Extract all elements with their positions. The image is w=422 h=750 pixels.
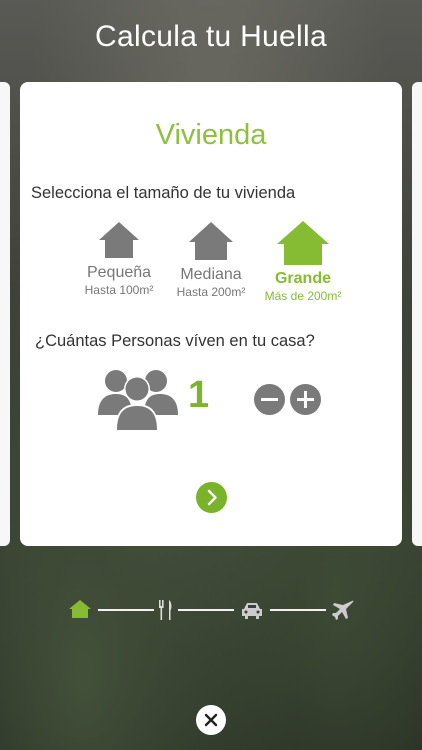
increase-button[interactable]	[290, 384, 321, 415]
people-question: ¿Cuántas Personas víven en tu casa?	[35, 332, 315, 350]
house-icon	[189, 222, 233, 260]
next-button[interactable]	[196, 482, 227, 513]
house-icon	[277, 221, 329, 265]
next-card-peek[interactable]	[412, 82, 422, 546]
fork-knife-icon[interactable]	[158, 599, 174, 621]
home-icon[interactable]	[68, 599, 92, 619]
house-icon	[99, 222, 139, 258]
plus-icon	[297, 391, 314, 408]
size-option-large-sub: Más de 200m²	[264, 289, 342, 303]
page-title: Calcula tu Huella	[95, 20, 327, 53]
vivienda-card: Vivienda Selecciona el tamaño de tu vivi…	[20, 82, 402, 546]
progress-line	[98, 609, 154, 611]
minus-icon	[261, 398, 278, 401]
people-group-icon	[98, 370, 178, 431]
size-option-large-label: Grande	[274, 270, 331, 287]
close-button[interactable]	[196, 705, 226, 735]
close-icon	[204, 713, 218, 727]
progress-steps	[0, 595, 422, 625]
progress-line	[178, 609, 234, 611]
people-count: 1	[188, 374, 210, 416]
airplane-icon[interactable]	[331, 598, 355, 622]
card-title: Vivienda	[155, 119, 267, 151]
size-question: Selecciona el tamaño de tu vivienda	[31, 184, 296, 202]
car-icon[interactable]	[239, 600, 265, 620]
progress-line	[270, 609, 326, 611]
chevron-right-icon	[207, 489, 217, 506]
previous-card-peek[interactable]	[0, 82, 10, 546]
size-option-large[interactable]: Grande Más de 200m²	[248, 220, 358, 303]
decrease-button[interactable]	[254, 384, 285, 415]
